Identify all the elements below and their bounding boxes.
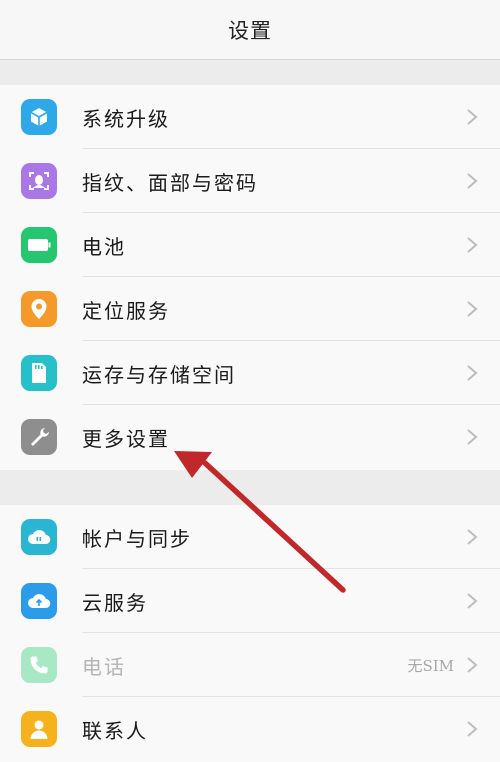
chevron-right-icon	[467, 237, 478, 253]
chevron-right-icon	[467, 109, 478, 125]
face-scan-icon	[21, 163, 57, 199]
wrench-icon	[21, 419, 57, 455]
settings-item-cloud-service[interactable]: 云服务	[0, 569, 500, 633]
chevron-right-icon	[467, 365, 478, 381]
settings-item-label: 更多设置	[82, 426, 170, 451]
settings-group-accounts: 帐户与同步 云服务 电话 无SIM 联系人	[0, 505, 500, 762]
location-pin-icon	[21, 291, 57, 327]
battery-icon	[21, 227, 57, 263]
chevron-right-icon	[467, 657, 478, 673]
settings-item-label: 电话	[82, 654, 126, 679]
settings-item-accounts-sync[interactable]: 帐户与同步	[0, 505, 500, 569]
cube-icon	[21, 99, 57, 135]
sim-status-value: 无SIM	[407, 656, 454, 675]
cloud-icon	[21, 583, 57, 619]
settings-item-label: 系统升级	[82, 106, 170, 131]
chevron-right-icon	[467, 593, 478, 609]
chevron-right-icon	[467, 721, 478, 737]
chevron-right-icon	[467, 301, 478, 317]
cloud-sync-icon	[21, 519, 57, 555]
settings-item-label: 定位服务	[82, 298, 170, 323]
settings-item-label: 云服务	[82, 590, 148, 615]
settings-item-system-upgrade[interactable]: 系统升级	[0, 85, 500, 149]
settings-item-label: 帐户与同步	[82, 526, 192, 551]
settings-item-label: 电池	[82, 234, 126, 259]
settings-group-device: 系统升级 指纹、面部与密码 电池 定位服务 运存与存储空间 更多设置	[0, 85, 500, 470]
chevron-right-icon	[467, 529, 478, 545]
settings-item-label: 运存与存储空间	[82, 362, 236, 387]
title-bar: 设置	[0, 0, 500, 60]
settings-item-location[interactable]: 定位服务	[0, 277, 500, 341]
chevron-right-icon	[467, 173, 478, 189]
settings-item-contacts[interactable]: 联系人	[0, 697, 500, 761]
chevron-right-icon	[467, 429, 478, 445]
settings-item-label: 指纹、面部与密码	[82, 170, 258, 195]
settings-item-storage[interactable]: 运存与存储空间	[0, 341, 500, 405]
phone-icon	[21, 647, 57, 683]
settings-item-battery[interactable]: 电池	[0, 213, 500, 277]
settings-item-label: 联系人	[82, 718, 148, 743]
sd-card-icon	[21, 355, 57, 391]
page-title: 设置	[228, 18, 272, 43]
settings-item-fingerprint[interactable]: 指纹、面部与密码	[0, 149, 500, 213]
contact-icon	[21, 711, 57, 747]
settings-item-more-settings[interactable]: 更多设置	[0, 405, 500, 469]
settings-item-phone[interactable]: 电话 无SIM	[0, 633, 500, 697]
